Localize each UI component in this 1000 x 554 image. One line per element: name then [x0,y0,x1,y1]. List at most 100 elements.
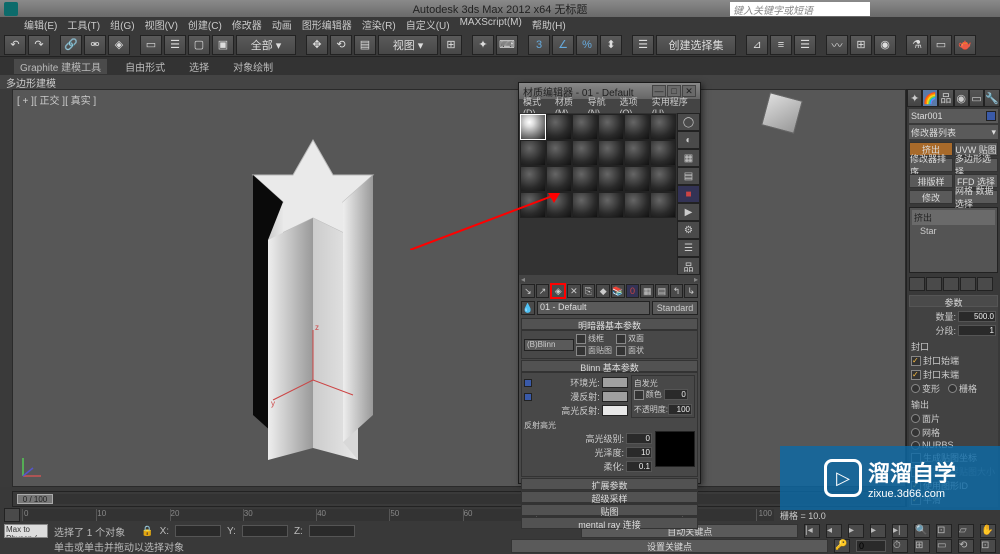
cap-morph-radio[interactable] [911,384,920,393]
material-slot[interactable] [650,166,676,192]
named-sel-dropdown[interactable]: 创建选择集 [656,35,736,55]
me-assign-to-selection-button[interactable]: ◈ [550,283,566,299]
menu-tools[interactable]: 工具(T) [63,17,104,33]
selfillum-color-check[interactable] [634,390,644,400]
bind-button[interactable]: ◈ [108,35,130,55]
me-make-unique-button[interactable]: ◆ [596,284,610,298]
redo-button[interactable]: ↷ [28,35,50,55]
material-slot[interactable] [572,166,598,192]
nav-maximize-button[interactable]: ⊡ [980,539,996,553]
segments-spinner[interactable] [958,325,996,336]
menu-graph[interactable]: 图形编辑器 [298,17,356,33]
snap-percent-button[interactable]: % [576,35,598,55]
rollup-maps-header[interactable]: 贴图 [521,504,698,516]
specular-swatch[interactable] [602,405,628,416]
cmd-tab-hierarchy[interactable]: 品 [938,89,953,107]
menu-edit[interactable]: 编辑(E) [20,17,61,33]
btn-mesh-data[interactable]: 网格 数据选择 [954,190,998,204]
macro-recorder[interactable]: Max to Physcn ( [4,524,48,538]
ribbon-tab-freeform[interactable]: 自由形式 [119,59,171,74]
mirror-button[interactable]: ⊿ [746,35,768,55]
rollup-supersample-header[interactable]: 超级采样 [521,491,698,503]
me-select-by-button[interactable]: ☰ [677,239,700,257]
btn-modify[interactable]: 修改 [909,190,953,204]
me-put-to-library-button[interactable]: 📚 [611,284,625,298]
snap-3d-button[interactable]: 3 [528,35,550,55]
named-sel-button[interactable]: ☰ [632,35,654,55]
star-extrude-object[interactable]: z y [213,130,413,470]
material-slot[interactable] [572,192,598,218]
ambient-swatch[interactable] [602,377,628,388]
material-slot[interactable] [624,192,650,218]
me-backlight-button[interactable]: ◐ [677,131,700,149]
material-slot[interactable] [572,140,598,166]
facemap-check[interactable] [576,346,586,356]
viewcube[interactable] [761,92,803,134]
nav-pan-button[interactable]: ✋ [980,524,996,538]
material-slot[interactable] [520,192,546,218]
nav-zoomall-button[interactable]: ⊡ [936,524,952,538]
material-slot[interactable] [546,114,572,140]
me-background-button[interactable]: ▦ [677,149,700,167]
me-get-material-button[interactable]: ↘ [521,284,535,298]
key-filter-button[interactable]: 🔑 [834,539,850,553]
time-slider-handle[interactable]: 0 / 100 [17,494,53,504]
scale-button[interactable]: ▤ [354,35,376,55]
link-button[interactable]: 🔗 [60,35,82,55]
snap-angle-button[interactable]: ∠ [552,35,574,55]
me-material-map-nav-button[interactable]: 品 [677,257,700,275]
me-matid-button[interactable]: 0 [626,284,640,298]
me-go-parent-button[interactable]: ↰ [670,284,684,298]
select-name-button[interactable]: ☰ [164,35,186,55]
play-prev-button[interactable]: ◂ [826,524,842,538]
cap-grid-radio[interactable] [948,384,957,393]
selfillum-spinner[interactable] [664,389,688,400]
schematic-button[interactable]: ⊞ [850,35,872,55]
modifier-list-dropdown[interactable]: 修改器列表▾ [909,125,998,139]
material-slot[interactable] [598,140,624,166]
coord-x[interactable] [175,525,221,537]
diffuse-lock-icon[interactable] [524,393,532,401]
curve-editor-button[interactable]: 〰 [826,35,848,55]
play-button[interactable]: ▸ [848,524,864,538]
material-slot[interactable] [546,140,572,166]
material-slot[interactable] [650,140,676,166]
wire-check[interactable] [576,334,586,344]
render-setup-button[interactable]: ⚗ [906,35,928,55]
ref-coord-dropdown[interactable]: 视图 ▾ [378,35,438,55]
material-slot[interactable] [520,140,546,166]
stack-remove-button[interactable] [960,277,976,291]
out-mesh-radio[interactable] [911,428,920,437]
menu-group[interactable]: 组(G) [106,17,138,33]
ambient-lock-icon[interactable] [524,379,532,387]
coord-y[interactable] [242,525,288,537]
amount-spinner[interactable] [958,311,996,322]
cmd-tab-utilities[interactable]: 🔧 [984,89,1000,107]
rotate-button[interactable]: ⟲ [330,35,352,55]
material-slot[interactable] [572,114,598,140]
material-type-button[interactable]: Standard [652,301,698,315]
stack-unique-button[interactable] [943,277,959,291]
nav-region-button[interactable]: ▭ [936,539,952,553]
trackbar-button[interactable] [4,508,20,522]
material-name-field[interactable]: 01 - Default [537,301,650,315]
menu-help[interactable]: 帮助(H) [528,17,570,33]
me-reset-button[interactable]: ✕ [567,284,581,298]
window-crossing-button[interactable]: ▣ [212,35,234,55]
nav-fov-button[interactable]: ▱ [958,524,974,538]
nav-zoom-button[interactable]: 🔍 [914,524,930,538]
material-slot[interactable] [598,166,624,192]
keyboard-button[interactable]: ⌨ [496,35,518,55]
render-button[interactable]: 🫖 [954,35,976,55]
material-slot[interactable] [520,166,546,192]
stack-item-extrude[interactable]: 挤出 [912,210,995,225]
menu-modifiers[interactable]: 修改器 [228,17,266,33]
object-name-field[interactable]: Star001 [909,109,998,123]
modifier-stack[interactable]: 挤出 Star [909,207,998,273]
material-slot[interactable] [624,114,650,140]
menu-animation[interactable]: 动画 [268,17,296,33]
viewport-label[interactable]: [ + ][ 正交 ][ 真实 ] [17,92,96,107]
stack-pin-button[interactable] [909,277,925,291]
rollup-params-header[interactable]: 参数 [909,295,998,307]
speclevel-spinner[interactable] [626,433,652,444]
